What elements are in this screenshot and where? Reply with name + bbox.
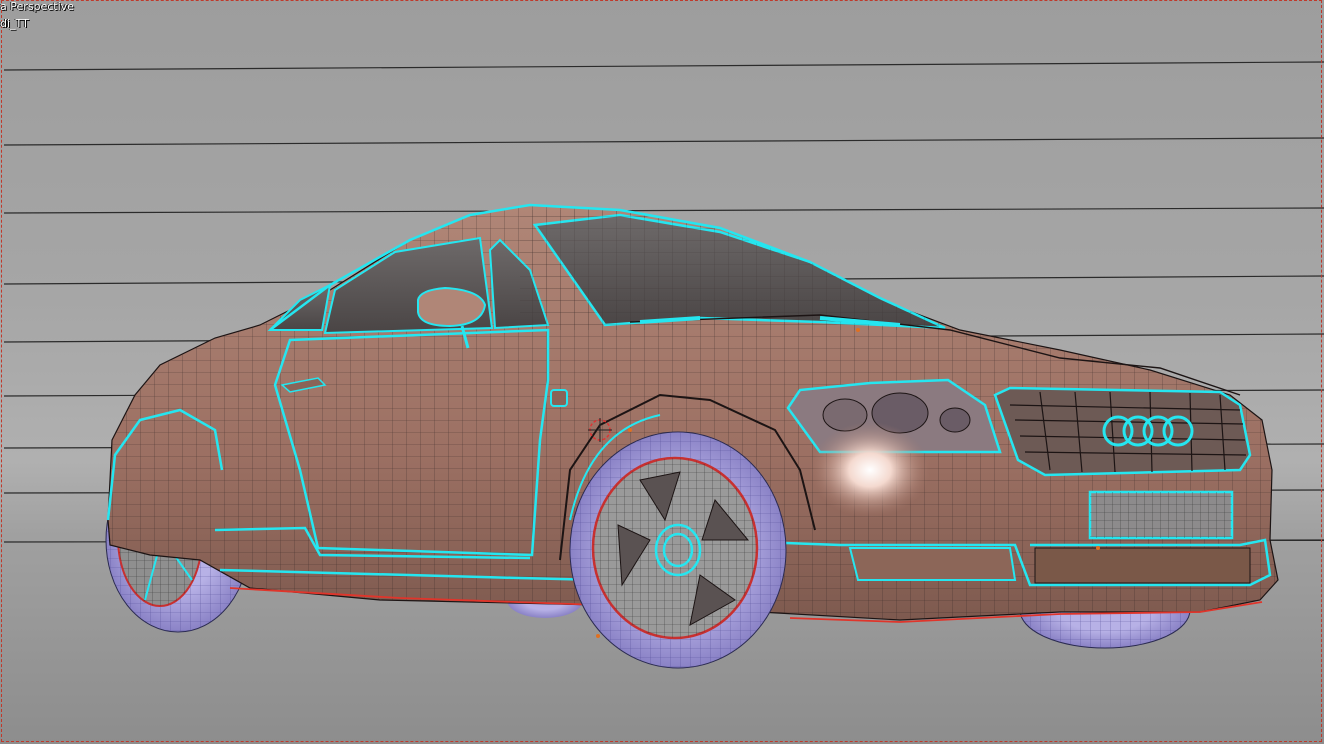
view-mode-label: a Perspective [0,0,74,13]
headlight-reflection [810,422,930,518]
3d-viewport[interactable]: a Perspective di_TT [0,0,1324,744]
lower-intake [1034,547,1251,584]
fuel-cap [550,389,568,407]
grille [993,386,1252,477]
active-object-label: di_TT [0,17,29,30]
side-mirror [417,286,487,328]
car-model-scene[interactable] [0,0,1324,744]
